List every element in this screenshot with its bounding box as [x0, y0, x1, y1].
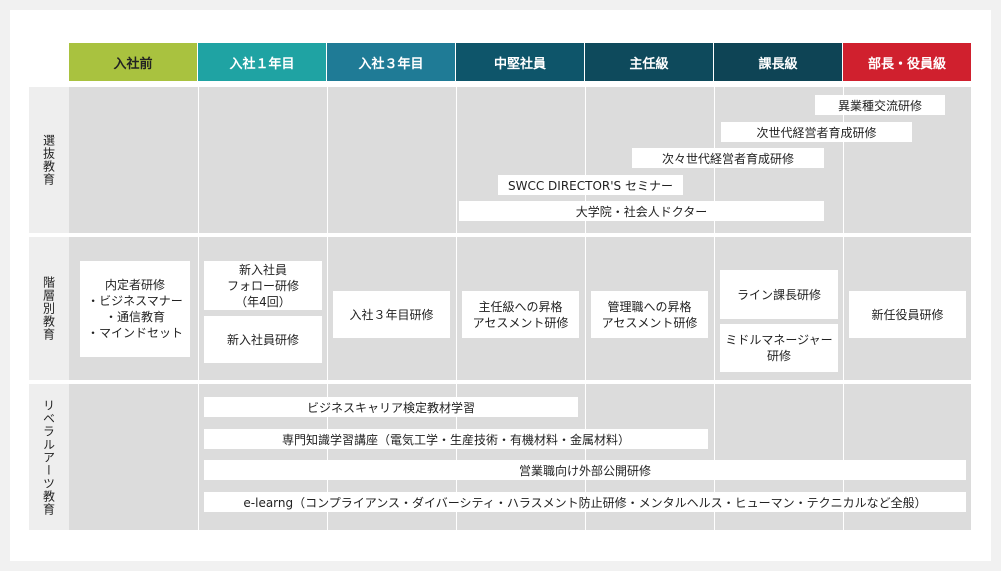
box-prejoin-training: 内定者研修 ・ビジネスマナー ・通信教育 ・マインドセット: [80, 261, 190, 357]
box-third-year: 入社３年目研修: [333, 291, 450, 338]
box-middle-manager: ミドルマネージャー 研修: [720, 324, 838, 372]
header-year-3: 入社３年目: [327, 43, 456, 81]
header-mid-level: 中堅社員: [456, 43, 585, 81]
bar-doctorate: 大学院・社会人ドクター: [459, 201, 824, 221]
header-section-manager: 課長級: [714, 43, 843, 81]
bar-director-seminar: SWCC DIRECTOR'S セミナー: [498, 175, 683, 195]
box-new-follow: 新入社員 フォロー研修 （年4回）: [204, 261, 322, 310]
bar-elearning: e-learng（コンプライアンス・ダイバーシティ・ハラスメント防止研修・メンタ…: [204, 492, 966, 512]
row-label-selection: 選抜教育: [29, 87, 69, 233]
bar-cross-industry: 異業種交流研修: [815, 95, 945, 115]
bar-sales-open: 営業職向け外部公開研修: [204, 460, 966, 480]
bar-career-exam: ビジネスキャリア検定教材学習: [204, 397, 578, 417]
header-year-1: 入社１年目: [198, 43, 327, 81]
box-manager-assessment: 管理職への昇格 アセスメント研修: [591, 291, 708, 338]
box-new-employee: 新入社員研修: [204, 316, 322, 363]
header-pre-join: 入社前: [69, 43, 198, 81]
header-chief: 主任級: [585, 43, 714, 81]
box-new-executive: 新任役員研修: [849, 291, 966, 338]
box-chief-assessment: 主任級への昇格 アセスメント研修: [462, 291, 579, 338]
row-label-liberal: リベラルアーツ教育: [29, 384, 69, 530]
bar-next-gen: 次世代経営者育成研修: [721, 122, 912, 142]
column-divider: [198, 87, 199, 530]
bar-specialist: 専門知識学習講座（電気工学・生産技術・有機材料・金属材料）: [204, 429, 708, 449]
header-executive: 部長・役員級: [843, 43, 971, 81]
row-label-hierarchy: 階層別教育: [29, 237, 69, 380]
bar-next-next-gen: 次々世代経営者育成研修: [632, 148, 824, 168]
box-line-manager: ライン課長研修: [720, 270, 838, 319]
